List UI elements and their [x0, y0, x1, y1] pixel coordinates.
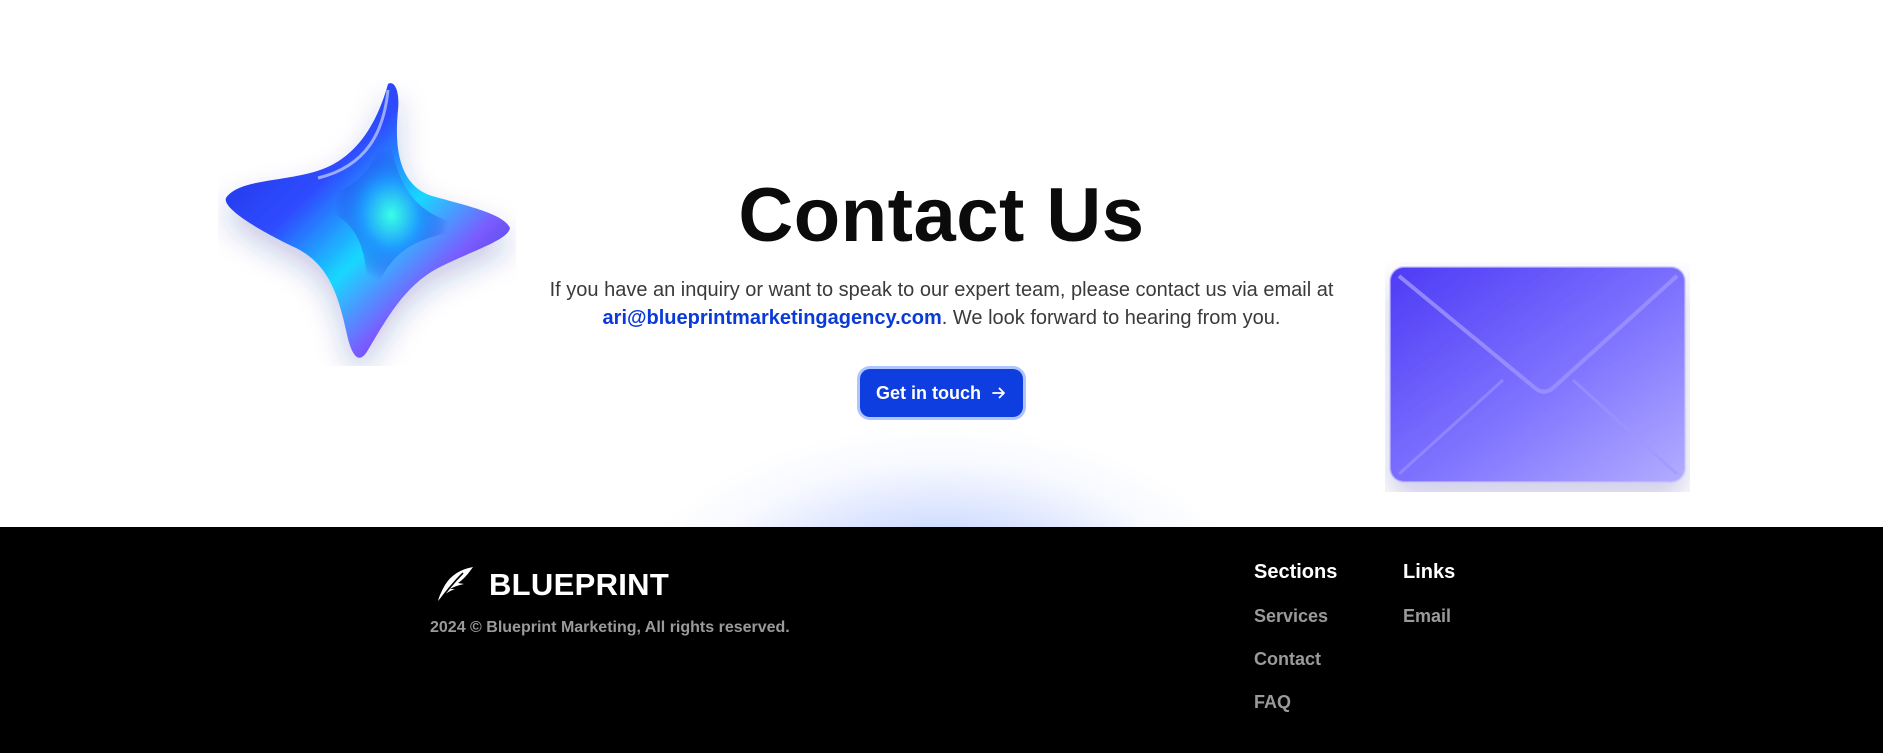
contact-description: If you have an inquiry or want to speak … [490, 276, 1393, 332]
footer-sections: Sections Services Contact FAQ [1254, 561, 1337, 735]
brand-name: BLUEPRINT [489, 567, 670, 602]
footer-links: Links Email [1403, 561, 1455, 649]
brand[interactable]: BLUEPRINT [433, 565, 669, 605]
email-link[interactable]: ari@blueprintmarketingagency.com [603, 307, 942, 329]
envelope-icon [1389, 266, 1686, 483]
description-text-end: . We look forward to hearing from you. [941, 307, 1281, 329]
cta-label: Get in touch [876, 382, 981, 403]
description-text: If you have an inquiry or want to speak … [549, 279, 1334, 301]
footer-link-contact[interactable]: Contact [1254, 649, 1337, 670]
footer-link-services[interactable]: Services [1254, 606, 1337, 627]
page-title: Contact Us [738, 173, 1145, 258]
arrow-right-icon [992, 387, 1005, 399]
contact-section: Contact Us If you have an inquiry or wan… [0, 0, 1883, 527]
site-footer: BLUEPRINT 2024 © Blueprint Marketing, Al… [0, 527, 1883, 753]
feather-icon [436, 567, 473, 605]
links-heading: Links [1403, 561, 1456, 583]
copyright: 2024 © Blueprint Marketing, All rights r… [430, 619, 790, 636]
footer-link-faq[interactable]: FAQ [1254, 692, 1337, 713]
sections-heading: Sections [1254, 561, 1338, 583]
footer-link-email[interactable]: Email [1403, 606, 1455, 627]
get-in-touch-button[interactable]: Get in touch [860, 369, 1023, 417]
